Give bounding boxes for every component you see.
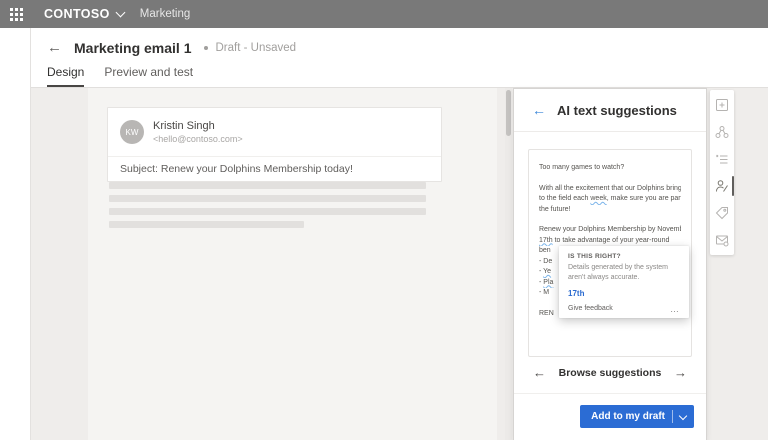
sender-name: Kristin Singh (153, 120, 243, 132)
ai-suggestions-panel: ← AI text suggestions Too many games to … (513, 88, 707, 440)
ai-personalize-icon[interactable] (715, 179, 729, 193)
suggestion-line: 17th to take advantage of your year-roun… (539, 236, 681, 247)
chevron-down-icon (115, 8, 125, 18)
suggestion-line: to the field each week, make sure you ar… (539, 194, 681, 205)
next-suggestion-arrow-icon[interactable]: → (674, 366, 687, 379)
email-design-canvas: KW Kristin Singh <hello@contoso.com> Sub… (88, 88, 497, 440)
add-to-my-draft-button[interactable]: Add to my draft (580, 405, 694, 428)
page-title: Marketing email 1 (74, 40, 192, 56)
tooltip-body: Details generated by the system aren't a… (568, 263, 680, 282)
app-name[interactable]: Marketing (140, 8, 191, 20)
flagged-word[interactable]: Pla (543, 279, 553, 286)
sender-address: <hello@contoso.com> (153, 134, 243, 144)
suggestion-text: REN (539, 310, 554, 317)
app-screen: CONTOSO Marketing ← Marketing email 1 Dr… (0, 0, 768, 440)
scrollbar-thumb[interactable] (506, 90, 511, 136)
browse-suggestions-label: Browse suggestions (546, 367, 674, 379)
suggestion-line: the future! (539, 205, 681, 216)
header-band: ← Marketing email 1 Draft - Unsaved Desi… (31, 28, 768, 88)
skeleton-line (109, 195, 426, 202)
panel-title: AI text suggestions (557, 103, 677, 118)
canvas-scrollbar (505, 88, 512, 440)
suggestion-text: to take advantage of your year-round (553, 237, 670, 244)
email-header-block[interactable]: KW Kristin Singh <hello@contoso.com> Sub… (107, 107, 442, 182)
command-bar: ← Marketing email 1 Draft - Unsaved (31, 28, 768, 64)
suggestion-text: to the field each (539, 195, 590, 202)
sender-row: KW Kristin Singh <hello@contoso.com> (108, 108, 441, 156)
status-badge: Draft - Unsaved (216, 42, 297, 54)
tab-design[interactable]: Design (47, 65, 84, 87)
avatar: KW (120, 120, 144, 144)
button-divider (672, 410, 673, 423)
give-feedback-link[interactable]: Give feedback (568, 305, 613, 312)
editor-tools-rail (710, 90, 734, 255)
tooltip-term-link[interactable]: 17th (568, 289, 680, 298)
suggestion-line: Renew your Dolphins Membership by Novemb… (539, 225, 681, 236)
chevron-down-icon[interactable] (679, 411, 687, 419)
add-block-icon[interactable] (715, 98, 729, 112)
status-dot (204, 46, 208, 50)
top-app-bar: CONTOSO Marketing (0, 0, 768, 28)
suggestion-line: With all the excitement that our Dolphin… (539, 184, 681, 195)
skeleton-line (109, 208, 426, 215)
add-button-label: Add to my draft (591, 411, 665, 422)
is-this-right-tooltip: IS THIS RIGHT? Details generated by the … (559, 246, 689, 318)
tooltip-footer: Give feedback … (568, 305, 680, 312)
org-switcher[interactable]: CONTOSO (44, 7, 124, 21)
flagged-word[interactable]: Ye (543, 268, 551, 275)
fragments-icon[interactable] (715, 125, 729, 139)
tab-preview-and-test[interactable]: Preview and test (104, 65, 193, 87)
email-settings-icon[interactable] (715, 233, 729, 247)
back-arrow-icon[interactable]: ← (47, 40, 62, 55)
tab-bar: Design Preview and test (47, 65, 193, 87)
suggestion-text: , make sure you are part of (607, 195, 681, 202)
browse-suggestions-row: ← Browse suggestions → (514, 366, 706, 379)
flagged-word-week[interactable]: week (590, 195, 606, 202)
app-launcher-waffle-icon[interactable] (2, 0, 30, 28)
previous-suggestion-arrow-icon[interactable]: ← (533, 366, 546, 379)
panel-header: ← AI text suggestions (514, 89, 706, 132)
sender-meta: Kristin Singh <hello@contoso.com> (153, 120, 243, 144)
panel-back-arrow-icon[interactable]: ← (532, 103, 546, 117)
subject-line[interactable]: Subject: Renew your Dolphins Membership … (108, 156, 441, 181)
skeleton-line (109, 221, 304, 228)
active-tool-indicator (732, 176, 734, 196)
edit-list-icon[interactable] (715, 152, 729, 166)
more-options-icon[interactable]: … (670, 307, 680, 311)
waffle-icon (10, 8, 23, 21)
tag-icon[interactable] (715, 206, 729, 220)
suggestion-line: Too many games to watch? (539, 163, 681, 174)
flagged-word-17th[interactable]: 17th (539, 237, 553, 244)
skeleton-line (109, 182, 426, 189)
panel-footer: Add to my draft (514, 393, 706, 440)
left-nav-rail (0, 28, 31, 440)
org-name: CONTOSO (44, 7, 110, 21)
tooltip-heading: IS THIS RIGHT? (568, 253, 680, 260)
